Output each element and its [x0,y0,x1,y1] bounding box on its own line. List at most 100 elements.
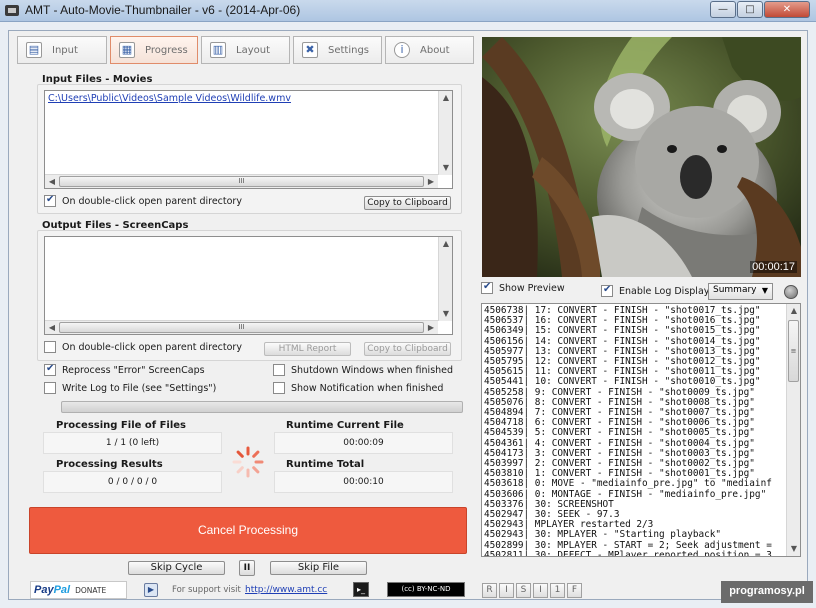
input-copy-clipboard-button[interactable]: Copy to Clipboard [364,196,451,210]
checkbox-label: Show Notification when finished [291,382,444,394]
input-open-parent-checkbox[interactable]: On double-click open parent directory [44,194,242,207]
loading-spinner-icon [232,446,264,478]
checkbox-box[interactable] [601,284,613,297]
checkbox-label: Write Log to File (see "Settings") [62,382,217,394]
output-open-parent-checkbox[interactable]: On double-click open parent directory [44,341,242,353]
scroll-up-icon[interactable]: ▲ [787,304,800,318]
console-icon[interactable]: ▸_ [353,582,369,597]
checkbox-box[interactable] [44,382,56,394]
mini-button-1[interactable]: 1 [550,583,565,598]
log-vscroll[interactable]: ▲ ≡ ▼ [786,304,800,556]
mini-button-r[interactable]: R [482,583,497,598]
vscroll-thumb[interactable]: ≡ [788,320,799,382]
koala-preview-image [482,37,801,277]
log-mode-select[interactable]: Summary ▼ [708,283,773,300]
output-list-hscroll[interactable]: ◀ III ▶ [45,320,438,334]
scroll-down-icon[interactable]: ▼ [439,161,453,175]
tab-about[interactable]: i About [385,36,474,64]
progress-icon: ▦ [119,42,135,58]
show-preview-checkbox[interactable]: Show Preview [481,281,565,294]
tab-label: Layout [236,44,270,56]
checkbox-label: Enable Log Display [619,285,710,297]
donate-label: DONATE [75,585,107,595]
mini-button-s[interactable]: S [516,583,531,598]
checkbox-box[interactable] [273,364,285,376]
support-link[interactable]: http://www.amt.cc [245,585,327,595]
tab-settings[interactable]: ✖ Settings [293,36,382,64]
pause-button[interactable]: II [239,560,255,576]
scroll-left-icon[interactable]: ◀ [45,175,59,189]
runtime-total-label: Runtime Total [286,459,365,470]
log-line: 4502811| 30: DEFECT - MPlayer reported p… [484,549,772,557]
processing-file-value: 1 / 1 (0 left) [43,432,222,454]
mini-button-i[interactable]: I [499,583,514,598]
checkbox-box[interactable] [44,194,56,207]
tab-layout[interactable]: ▥ Layout [201,36,290,64]
input-file-item[interactable]: C:\Users\Public\Videos\Sample Videos\Wil… [48,93,291,104]
input-list-hscroll[interactable]: ◀ III ▶ [45,174,438,188]
paypal-donate-button[interactable]: Pay Pal DONATE [30,581,127,599]
input-icon: ▤ [26,42,42,58]
hscroll-thumb[interactable]: III [59,176,424,187]
paypal-logo: Pal [53,584,71,596]
processing-results-label: Processing Results [56,459,163,470]
skip-cycle-button[interactable]: Skip Cycle [128,561,225,575]
runtime-total-value: 00:00:10 [274,471,453,493]
chevron-down-icon: ▼ [761,286,768,295]
status-light-icon[interactable] [784,285,798,299]
paypal-logo: Pay [34,584,54,596]
scroll-right-icon[interactable]: ▶ [424,321,438,335]
checkbox-box[interactable] [44,363,56,376]
reprocess-error-checkbox[interactable]: Reprocess "Error" ScreenCaps [44,363,205,376]
scroll-left-icon[interactable]: ◀ [45,321,59,335]
checkbox-label: Reprocess "Error" ScreenCaps [62,364,205,376]
checkbox-label: On double-click open parent directory [62,341,242,353]
write-log-checkbox[interactable]: Write Log to File (see "Settings") [44,382,216,394]
tab-label: Progress [145,44,188,56]
tab-label: Input [52,44,78,56]
enable-log-checkbox[interactable]: Enable Log Display [601,284,710,297]
skip-file-button[interactable]: Skip File [270,561,367,575]
checkbox-label: On double-click open parent directory [62,195,242,207]
log-display[interactable]: 4506738| 17: CONVERT - FINISH - "shot001… [481,303,801,557]
input-list-vscroll[interactable]: ▲ ▼ [438,91,452,175]
log-lines: 4506738| 17: CONVERT - FINISH - "shot001… [484,305,772,557]
scroll-down-icon[interactable]: ▼ [439,307,453,321]
tab-label: About [420,44,450,56]
tab-input[interactable]: ▤ Input [17,36,107,64]
output-files-list[interactable]: ▲ ▼ ◀ III ▶ [44,236,453,335]
checkbox-box[interactable] [273,382,285,394]
output-copy-clipboard-button[interactable]: Copy to Clipboard [364,342,451,356]
html-report-button[interactable]: HTML Report [264,342,351,356]
tab-progress[interactable]: ▦ Progress [110,36,198,64]
window-title: AMT - Auto-Movie-Thumbnailer - v6 - (201… [25,3,301,17]
close-button[interactable]: ✕ [764,1,810,18]
scroll-up-icon[interactable]: ▲ [439,91,453,105]
scroll-down-icon[interactable]: ▼ [787,542,800,556]
input-files-list[interactable]: C:\Users\Public\Videos\Sample Videos\Wil… [44,90,453,189]
support-text: For support visit [172,585,241,595]
checkbox-box[interactable] [481,281,493,294]
watermark: programosy.pl [721,581,813,603]
output-list-vscroll[interactable]: ▲ ▼ [438,237,452,321]
play-icon[interactable]: ▶ [144,583,158,597]
settings-icon: ✖ [302,42,318,58]
cancel-processing-button[interactable]: Cancel Processing [29,507,467,554]
runtime-current-value: 00:00:09 [274,432,453,454]
maximize-button[interactable]: □ [737,1,763,18]
app-icon [5,5,19,16]
scroll-up-icon[interactable]: ▲ [439,237,453,251]
mini-button-i2[interactable]: I [533,583,548,598]
scroll-right-icon[interactable]: ▶ [424,175,438,189]
preview-timecode: 00:00:17 [750,261,797,273]
checkbox-box[interactable] [44,341,56,353]
tab-label: Settings [328,44,370,56]
hscroll-thumb[interactable]: III [59,322,424,333]
minimize-button[interactable]: — [710,1,736,18]
checkbox-label: Shutdown Windows when finished [291,364,454,376]
shutdown-checkbox[interactable]: Shutdown Windows when finished [273,364,453,376]
layout-icon: ▥ [210,42,226,58]
cc-license-badge[interactable]: (cc) BY-NC-ND [387,582,465,597]
mini-button-f[interactable]: F [567,583,582,598]
notification-checkbox[interactable]: Show Notification when finished [273,382,443,394]
